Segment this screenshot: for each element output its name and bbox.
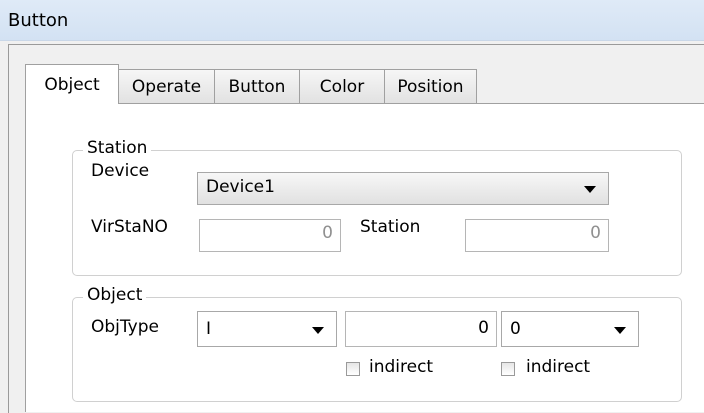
device-label: Device — [91, 161, 150, 181]
window-title: Button — [8, 10, 69, 31]
objtype-dropdown[interactable]: I — [197, 311, 337, 347]
tab-label: Operate — [131, 76, 202, 97]
tab-operate[interactable]: Operate — [118, 69, 215, 103]
station-groupbox: Station — [72, 138, 682, 276]
device-dropdown-value: Device1 — [206, 177, 275, 197]
tab-label: Object — [44, 74, 100, 95]
device-dropdown[interactable]: Device1 — [197, 172, 609, 205]
virstano-field[interactable]: 0 — [199, 219, 341, 252]
tab-label: Button — [228, 76, 286, 97]
objtype-dropdown-value: I — [206, 319, 212, 339]
virstano-label: VirStaNO — [91, 217, 168, 237]
chevron-down-icon — [312, 327, 324, 334]
object-secondary-dropdown[interactable]: 0 — [501, 311, 639, 347]
indirect-label-1: indirect — [369, 357, 434, 377]
tab-button[interactable]: Button — [214, 69, 300, 103]
indirect-checkbox-1[interactable] — [346, 362, 360, 376]
indirect-checkbox-2[interactable] — [501, 362, 515, 376]
tab-position[interactable]: Position — [384, 69, 477, 103]
object-address-field[interactable]: 0 — [345, 311, 497, 347]
tab-color[interactable]: Color — [299, 69, 385, 103]
title-bar: Button — [0, 0, 704, 41]
tab-label: Position — [397, 76, 464, 97]
station-legend: Station — [83, 138, 152, 158]
object-secondary-value: 0 — [510, 319, 521, 339]
object-legend: Object — [83, 285, 147, 305]
objtype-label: ObjType — [91, 317, 159, 337]
tab-object[interactable]: Object — [25, 64, 119, 104]
tab-label: Color — [319, 76, 365, 97]
tab-panel-object: Station Device Device1 VirStaNO 0 Statio… — [25, 103, 704, 412]
station-field[interactable]: 0 — [465, 219, 609, 252]
chevron-down-icon — [584, 186, 596, 193]
chevron-down-icon — [614, 327, 626, 334]
indirect-label-2: indirect — [526, 357, 591, 377]
station-label: Station — [360, 217, 421, 237]
